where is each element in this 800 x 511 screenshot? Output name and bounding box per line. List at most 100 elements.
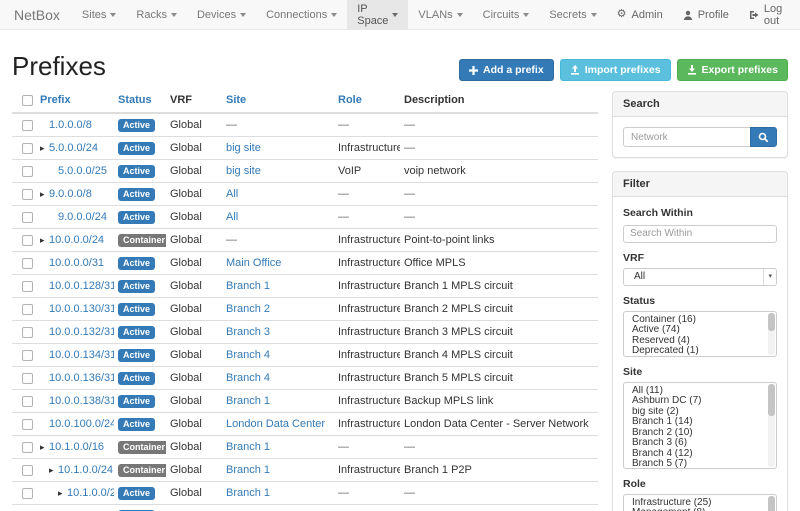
site-link[interactable]: Branch 2 xyxy=(226,303,270,315)
prefix-link[interactable]: 5.0.0.0/25 xyxy=(58,165,107,177)
row-checkbox[interactable] xyxy=(22,442,33,453)
prefix-link[interactable]: 10.0.0.0/31 xyxy=(49,257,104,269)
status-option[interactable]: Deprecated (1) xyxy=(624,346,776,357)
row-checkbox[interactable] xyxy=(22,350,33,361)
prefix-link[interactable]: 5.0.0.0/24 xyxy=(49,142,98,154)
row-checkbox[interactable] xyxy=(22,304,33,315)
prefix-link[interactable]: 10.0.0.138/31 xyxy=(49,395,114,407)
import-prefixes-button[interactable]: Import prefixes xyxy=(560,59,671,81)
search-button[interactable] xyxy=(750,127,777,147)
row-checkbox[interactable] xyxy=(22,143,33,154)
site-option[interactable]: Branch 4 (12) xyxy=(624,449,776,460)
site-option[interactable]: Branch 1 (14) xyxy=(624,417,776,428)
row-checkbox[interactable] xyxy=(22,396,33,407)
nav-item-vlans[interactable]: VLANs xyxy=(408,0,472,29)
row-checkbox[interactable] xyxy=(22,258,33,269)
prefix-link[interactable]: 10.0.0.0/24 xyxy=(49,234,104,246)
export-prefixes-button[interactable]: Export prefixes xyxy=(677,59,788,81)
site-link[interactable]: Branch 1 xyxy=(226,441,270,453)
role-option[interactable]: Infrastructure (25) xyxy=(624,498,776,509)
site-link[interactable]: Branch 1 xyxy=(226,487,270,499)
nav-item-sites[interactable]: Sites xyxy=(72,0,126,29)
prefix-link[interactable]: 9.0.0.0/8 xyxy=(49,188,92,200)
site-option[interactable]: All (11) xyxy=(624,386,776,397)
prefix-link[interactable]: 10.0.0.134/31 xyxy=(49,349,114,361)
nav-item-devices[interactable]: Devices xyxy=(187,0,256,29)
brand-link[interactable]: NetBox xyxy=(0,0,72,29)
row-checkbox[interactable] xyxy=(22,120,33,131)
chevron-down-icon xyxy=(457,13,463,17)
site-link[interactable]: Branch 4 xyxy=(226,349,270,361)
scrollbar-thumb[interactable] xyxy=(768,384,775,416)
status-option[interactable]: Reserved (4) xyxy=(624,336,776,347)
status-option[interactable]: Container (16) xyxy=(624,315,776,326)
prefix-link[interactable]: 10.1.0.0/24 xyxy=(58,464,113,476)
navbar-items: SitesRacksDevicesConnectionsIP SpaceVLAN… xyxy=(72,0,607,29)
site-option[interactable]: big site (2) xyxy=(624,407,776,418)
status-badge: Active xyxy=(118,349,155,362)
status-listbox[interactable]: Container (16)Active (74)Reserved (4)Dep… xyxy=(623,311,777,357)
nav-item-circuits[interactable]: Circuits xyxy=(473,0,540,29)
site-link[interactable]: big site xyxy=(226,165,261,177)
site-listbox[interactable]: All (11)Ashburn DC (7)big site (2)Branch… xyxy=(623,382,777,469)
nav-profile-link[interactable]: Profile xyxy=(673,0,739,29)
column-header-site[interactable]: Site xyxy=(222,91,334,113)
site-link[interactable]: Branch 1 xyxy=(226,395,270,407)
prefix-link[interactable]: 10.1.0.0/25 xyxy=(67,487,114,499)
site-option[interactable]: Branch 3 (6) xyxy=(624,438,776,449)
row-checkbox[interactable] xyxy=(22,327,33,338)
row-checkbox-cell xyxy=(12,206,36,229)
nav-item-label: Admin xyxy=(632,9,663,21)
row-checkbox[interactable] xyxy=(22,166,33,177)
row-checkbox[interactable] xyxy=(22,212,33,223)
scrollbar-track[interactable] xyxy=(768,496,775,511)
nav-item-connections[interactable]: Connections xyxy=(256,0,347,29)
prefix-link[interactable]: 10.0.0.130/31 xyxy=(49,303,114,315)
site-link[interactable]: big site xyxy=(226,142,261,154)
site-link[interactable]: Branch 4 xyxy=(226,372,270,384)
site-link[interactable]: All xyxy=(226,211,238,223)
prefix-link[interactable]: 10.0.0.136/31 xyxy=(49,372,114,384)
site-option[interactable]: Branch 2 (10) xyxy=(624,428,776,439)
column-header-role[interactable]: Role xyxy=(334,91,400,113)
prefix-link[interactable]: 10.0.100.0/24 xyxy=(49,418,114,430)
search-input[interactable] xyxy=(623,127,750,147)
row-checkbox[interactable] xyxy=(22,189,33,200)
scrollbar-thumb[interactable] xyxy=(768,313,775,331)
search-within-input[interactable] xyxy=(623,225,777,243)
scrollbar-thumb[interactable] xyxy=(768,496,775,511)
site-option[interactable]: Ashburn DC (7) xyxy=(624,396,776,407)
nav-item-ip-space[interactable]: IP Space xyxy=(347,0,408,29)
site-link[interactable]: Branch 1 xyxy=(226,464,270,476)
row-checkbox[interactable] xyxy=(22,419,33,430)
prefix-link[interactable]: 9.0.0.0/24 xyxy=(58,211,107,223)
column-header-status[interactable]: Status xyxy=(114,91,166,113)
role-listbox[interactable]: Infrastructure (25)Management (8)Private… xyxy=(623,494,777,511)
status-option[interactable]: Active (74) xyxy=(624,325,776,336)
prefix-link[interactable]: 10.0.0.128/31 xyxy=(49,280,114,292)
site-link[interactable]: All xyxy=(226,188,238,200)
row-checkbox[interactable] xyxy=(22,373,33,384)
site-option[interactable]: Branch 5 (7) xyxy=(624,459,776,469)
row-checkbox[interactable] xyxy=(22,281,33,292)
prefix-link[interactable]: 1.0.0.0/8 xyxy=(49,119,92,131)
prefix-link[interactable]: 10.0.0.132/31 xyxy=(49,326,114,338)
scrollbar-track[interactable] xyxy=(768,313,775,355)
nav-item-secrets[interactable]: Secrets xyxy=(539,0,606,29)
nav-item-racks[interactable]: Racks xyxy=(126,0,187,29)
site-link[interactable]: London Data Center xyxy=(226,418,325,430)
column-header-prefix[interactable]: Prefix xyxy=(36,91,114,113)
vrf-select[interactable]: All ▾ xyxy=(623,268,777,286)
row-checkbox[interactable] xyxy=(22,465,33,476)
site-link[interactable]: Branch 3 xyxy=(226,326,270,338)
row-checkbox[interactable] xyxy=(22,235,33,246)
site-link[interactable]: Main Office xyxy=(226,257,281,269)
prefix-link[interactable]: 10.1.0.0/16 xyxy=(49,441,104,453)
select-all-checkbox[interactable] xyxy=(22,95,33,106)
add-a-prefix-button[interactable]: Add a prefix xyxy=(459,59,554,81)
nav-admin-link[interactable]: ⚙Admin xyxy=(607,0,673,29)
site-link[interactable]: Branch 1 xyxy=(226,280,270,292)
nav-log-out-link[interactable]: Log out xyxy=(739,0,792,29)
row-checkbox[interactable] xyxy=(22,488,33,499)
scrollbar-track[interactable] xyxy=(768,384,775,467)
